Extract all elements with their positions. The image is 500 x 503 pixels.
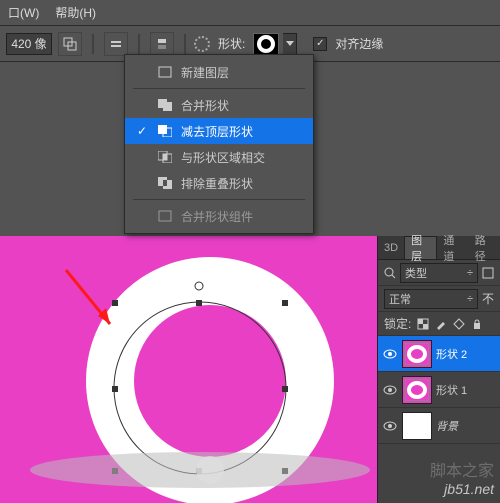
menu-label: 排除重叠形状 — [181, 175, 253, 192]
watermark-site: jb51.net — [444, 481, 494, 497]
merge-icon — [157, 209, 173, 223]
shape-label: 形状: — [218, 35, 245, 52]
tab-channels[interactable]: 通道 — [437, 236, 468, 259]
tab-paths[interactable]: 路径 — [469, 236, 500, 259]
layer-thumbnail[interactable] — [402, 376, 432, 404]
layer-shape-2[interactable]: 形状 2 — [378, 336, 500, 372]
menu-new-layer[interactable]: 新建图层 — [125, 59, 313, 85]
exclude-icon — [157, 176, 173, 190]
layer-thumbnail[interactable] — [402, 340, 432, 368]
opacity-label: 不 — [482, 290, 494, 307]
search-icon — [384, 267, 396, 279]
menu-subtract-front[interactable]: ✓ 减去顶层形状 — [125, 118, 313, 144]
watermark-brand: 脚本之家 — [430, 457, 494, 481]
menu-window[interactable]: 口(W) — [8, 4, 39, 21]
arrange-button[interactable] — [150, 32, 174, 56]
visibility-icon[interactable] — [382, 418, 398, 434]
separator — [138, 34, 140, 54]
align-edges-label: 对齐边缘 — [335, 35, 383, 52]
menu-help[interactable]: 帮助(H) — [55, 4, 96, 21]
layer-background[interactable]: 背景 — [378, 408, 500, 444]
lock-all-icon[interactable] — [471, 318, 483, 330]
intersect-icon — [157, 150, 173, 164]
layer-name: 形状 2 — [436, 346, 496, 362]
layer-shape-1[interactable]: 形状 1 — [378, 372, 500, 408]
visibility-icon[interactable] — [382, 382, 398, 398]
menu-label: 合并形状 — [181, 97, 229, 114]
menu-exclude[interactable]: 排除重叠形状 — [125, 170, 313, 196]
align-edges-checkbox[interactable] — [313, 37, 327, 51]
new-layer-icon — [157, 65, 173, 79]
lock-transparent-icon[interactable] — [417, 318, 429, 330]
path-operations-menu: 新建图层 合并形状 ✓ 减去顶层形状 与形状区域相交 排除重叠形状 合并形状组件 — [124, 54, 314, 234]
menu-combine[interactable]: 合并形状 — [125, 92, 313, 118]
visibility-icon[interactable] — [382, 346, 398, 362]
lock-label: 锁定: — [384, 315, 411, 332]
shape-dropdown[interactable] — [283, 33, 297, 55]
align-button[interactable] — [104, 32, 128, 56]
menu-merge-components[interactable]: 合并形状组件 — [125, 203, 313, 229]
lock-paint-icon[interactable] — [435, 318, 447, 330]
kind-select[interactable]: 类型÷ — [400, 263, 478, 283]
gear-icon[interactable] — [194, 36, 210, 52]
subtract-icon — [157, 124, 173, 138]
layer-name: 形状 1 — [436, 382, 496, 398]
blend-mode-select[interactable]: 正常÷ — [384, 289, 478, 309]
combine-icon — [157, 98, 173, 112]
separator — [184, 34, 186, 54]
layer-thumbnail[interactable] — [402, 412, 432, 440]
filter-image-icon[interactable] — [482, 267, 494, 279]
layer-name: 背景 — [436, 418, 496, 434]
annotation-arrow — [60, 264, 120, 334]
menu-intersect[interactable]: 与形状区域相交 — [125, 144, 313, 170]
menu-separator — [133, 88, 305, 89]
size-input[interactable] — [6, 33, 52, 55]
menu-label: 合并形状组件 — [181, 208, 253, 225]
menu-label: 与形状区域相交 — [181, 149, 265, 166]
menu-label: 减去顶层形状 — [181, 123, 253, 140]
canvas[interactable] — [0, 236, 377, 503]
separator — [92, 34, 94, 54]
menu-separator — [133, 199, 305, 200]
tab-layers[interactable]: 图层 — [404, 236, 437, 259]
tab-3d[interactable]: 3D — [378, 236, 404, 259]
menu-label: 新建图层 — [181, 64, 229, 81]
path-op-button[interactable] — [58, 32, 82, 56]
checkmark-icon: ✓ — [135, 124, 149, 138]
lock-position-icon[interactable] — [453, 318, 465, 330]
shape-preview[interactable] — [253, 33, 279, 55]
